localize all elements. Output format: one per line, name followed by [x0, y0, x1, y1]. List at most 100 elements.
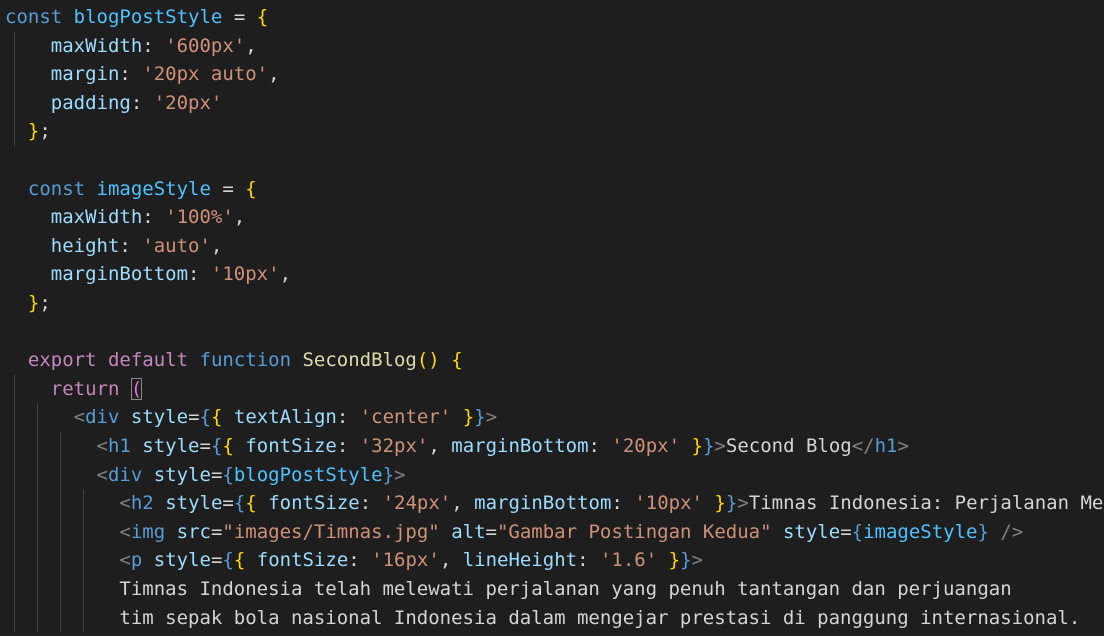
- code-token: style: [142, 435, 200, 457]
- code-line[interactable]: tim sepak bola nasional Indonesia dalam …: [119, 604, 1080, 632]
- code-token: return: [50, 377, 120, 400]
- code-token: function: [199, 349, 292, 372]
- code-token: '20px': [153, 91, 223, 114]
- code-token: 'auto': [142, 234, 211, 257]
- code-token: }: [668, 549, 681, 572]
- code-token: h2: [130, 492, 154, 515]
- code-line[interactable]: return (: [51, 375, 143, 403]
- code-line[interactable]: <p style={{ fontSize: '16px', lineHeight…: [119, 546, 703, 574]
- code-token: }: [474, 406, 486, 429]
- code-token: <: [96, 463, 108, 486]
- code-line[interactable]: };: [28, 289, 51, 317]
- code-token: {: [233, 492, 246, 515]
- code-editor[interactable]: const blogPostStyle = {maxWidth: '600px'…: [0, 0, 1104, 636]
- code-area[interactable]: const blogPostStyle = {maxWidth: '600px'…: [0, 0, 1104, 636]
- code-line[interactable]: maxWidth: '100%',: [51, 203, 246, 231]
- code-token: >: [737, 492, 749, 515]
- code-line[interactable]: <div style={{ textAlign: 'center' }}>: [74, 403, 497, 431]
- code-token: '16px': [371, 549, 440, 572]
- code-token: maxWidth: [50, 206, 143, 229]
- code-token: }: [725, 492, 738, 515]
- code-token: :: [359, 492, 383, 515]
- code-line[interactable]: <h1 style={{ fontSize: '32px', marginBot…: [97, 432, 909, 460]
- code-token: "Gambar Postingan Kedua": [496, 520, 772, 543]
- code-token: >: [394, 463, 406, 486]
- code-line[interactable]: marginBottom: '10px',: [51, 260, 291, 288]
- code-line[interactable]: <h2 style={{ fontSize: '24px', marginBot…: [119, 489, 1103, 517]
- code-token: <: [119, 520, 131, 543]
- code-token: style: [782, 520, 841, 543]
- code-token: (): [416, 349, 440, 372]
- code-token: {: [451, 349, 463, 372]
- code-token: :: [130, 91, 154, 114]
- code-token: imageStyle: [863, 520, 978, 543]
- code-token: {: [210, 406, 223, 429]
- code-token: marginBottom: [50, 263, 189, 286]
- code-token: ;: [39, 120, 51, 143]
- code-token: div: [85, 406, 120, 429]
- code-token: {: [233, 549, 246, 572]
- code-token: :: [348, 549, 372, 572]
- code-token: marginBottom: [451, 435, 589, 457]
- code-token: >: [714, 435, 726, 457]
- code-line[interactable]: margin: '20px auto',: [51, 60, 280, 88]
- code-token: {: [851, 520, 864, 543]
- code-token: padding: [50, 91, 131, 114]
- code-token: }: [680, 549, 692, 572]
- code-token: '600px': [165, 34, 246, 57]
- code-token: }: [27, 292, 40, 314]
- code-token: :: [142, 34, 166, 57]
- code-token: <: [73, 406, 86, 429]
- code-line[interactable]: const blogPostStyle = {: [5, 3, 268, 31]
- code-token: =: [840, 520, 852, 543]
- code-token: style: [153, 463, 211, 486]
- code-line[interactable]: padding: '20px': [51, 89, 223, 117]
- code-token: ,: [439, 549, 463, 572]
- code-line[interactable]: Timnas Indonesia telah melewati perjalan…: [119, 575, 1011, 603]
- code-token: {: [222, 463, 234, 486]
- code-token: h1: [874, 435, 898, 457]
- indent-guide: [14, 31, 16, 146]
- code-token: :: [142, 206, 166, 229]
- code-token: SecondBlog: [302, 349, 417, 372]
- code-token: >: [897, 435, 909, 457]
- code-token: =: [222, 6, 257, 28]
- code-token: Second Blog: [725, 435, 852, 457]
- code-token: lineHeight: [462, 549, 578, 572]
- code-token: '100%': [165, 206, 234, 229]
- code-line[interactable]: export default function SecondBlog() {: [28, 346, 463, 374]
- code-token: }: [714, 492, 726, 515]
- code-line[interactable]: };: [28, 117, 51, 145]
- code-token: {: [199, 406, 211, 429]
- code-line[interactable]: <div style={blogPostStyle}>: [97, 461, 406, 489]
- code-token: <: [119, 549, 131, 572]
- code-token: '32px': [359, 435, 429, 457]
- code-line[interactable]: height: 'auto',: [51, 232, 223, 260]
- code-token: =: [210, 549, 223, 572]
- code-token: ,: [245, 34, 257, 57]
- code-line[interactable]: maxWidth: '600px',: [51, 32, 257, 60]
- code-token: :: [119, 63, 143, 86]
- code-line[interactable]: <img src="images/Timnas.jpg" alt="Gambar…: [119, 518, 1023, 546]
- code-token: fontSize: [245, 435, 337, 457]
- code-token: />: [1000, 520, 1024, 543]
- code-token: div: [107, 463, 143, 486]
- code-token: 'center': [359, 406, 452, 429]
- code-token: ,: [279, 263, 292, 286]
- code-token: :: [588, 435, 612, 457]
- code-line[interactable]: const imageStyle = {: [28, 175, 257, 203]
- code-token: img: [130, 520, 166, 543]
- code-token: }: [462, 406, 475, 429]
- code-token: ;: [39, 292, 51, 314]
- code-token: :: [336, 406, 360, 429]
- code-token: style: [153, 549, 211, 572]
